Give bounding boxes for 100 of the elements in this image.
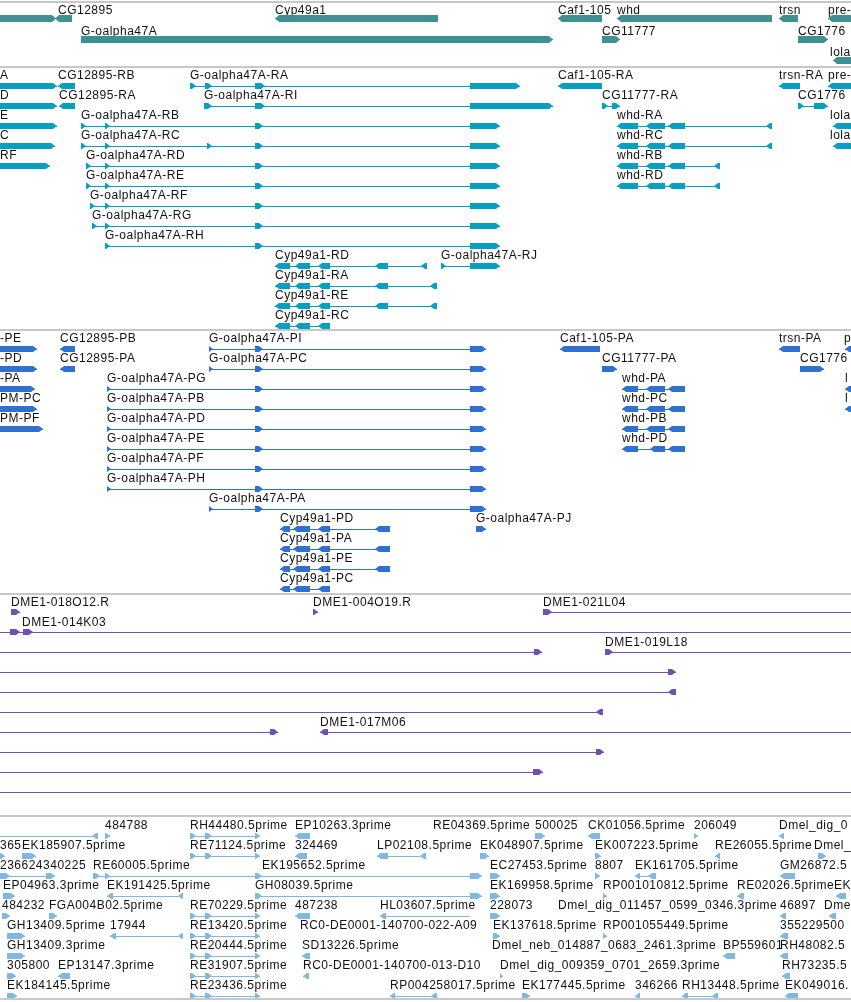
gene-label: G-oalpha47A <box>81 25 158 38</box>
transcript-label: whd-RB <box>617 149 663 162</box>
transcript-label: CG12895-RA <box>59 89 137 102</box>
transcript-label: C <box>0 129 10 142</box>
protein-label: l <box>845 372 849 385</box>
est-label: EC27453.5prime <box>490 859 588 872</box>
transcript-label: G-oalpha47A-RF <box>90 189 188 202</box>
protein-label: G-oalpha47A-PC <box>209 352 308 365</box>
protein-label: Cyp49a1-PD <box>280 512 354 525</box>
protein-label: G-oalpha47A-PE <box>107 432 205 445</box>
gene-label: Cyp49a1 <box>275 4 327 17</box>
est-label: GM26872.5 <box>780 859 848 872</box>
protein-label: -PE <box>0 332 22 345</box>
transcript-label: Caf1-105-RA <box>558 69 634 82</box>
gene-label: Caf1-105 <box>558 4 612 17</box>
transcript-label: G-oalpha47A-RD <box>86 149 186 162</box>
protein-label: CG12895-PA <box>60 352 136 365</box>
est-label: RC0-DE0001-140700-013-D10 <box>303 959 481 972</box>
transcript-label: whd-RD <box>617 169 664 182</box>
est-label: RH13448.5prime <box>682 979 780 992</box>
est-label: 305800 <box>7 959 51 972</box>
est-label: Dme <box>824 899 851 912</box>
est-label: RE60005.5prime <box>93 859 191 872</box>
transcript-label: G-oalpha47A-RG <box>92 209 192 222</box>
est-label: EK195652.5prime <box>262 859 366 872</box>
est-label: 228073 <box>490 899 534 912</box>
transcript-label: G-oalpha47A-RC <box>81 129 181 142</box>
est-label: CK01056.5prime <box>588 819 686 832</box>
est-label: Dmel_neb_014887_0683_2461.3prime <box>492 939 717 952</box>
est-label: EK191425.5prime <box>107 879 211 892</box>
est-label: EP10263.3prime <box>295 819 392 832</box>
est-label: LP02108.5prime <box>377 839 473 852</box>
est-label: GH13409.5prime <box>7 919 106 932</box>
transcript-label: whd-RC <box>617 129 664 142</box>
transcript-label: Cyp49a1-RA <box>275 269 349 282</box>
est-label: 487238 <box>295 899 339 912</box>
est-label: GH08039.5prime <box>255 879 354 892</box>
est-label: EK169958.5prime <box>490 879 594 892</box>
est-label: RP004258017.5prime <box>390 979 516 992</box>
protein-label: Cyp49a1-PE <box>280 552 354 565</box>
transcript-label: A <box>0 69 9 82</box>
transcript-label: Cyp49a1-RC <box>275 309 350 322</box>
protein-label: whd-PC <box>622 392 668 405</box>
clone-label: DME1-017M06 <box>320 716 407 729</box>
transcript-label: trsn-RA <box>779 69 824 82</box>
gene-label: whd <box>617 4 641 17</box>
transcript-label: G-oalpha47A-RH <box>105 229 205 242</box>
est-label: 365 <box>0 839 22 852</box>
gene-label: CG11777 <box>602 25 656 38</box>
est-label: RP001010812.5prime <box>603 879 729 892</box>
transcript-label: RF <box>0 149 17 162</box>
clone-label: DME1-021L04 <box>543 596 626 609</box>
protein-label: G-oalpha47A-PG <box>107 372 207 385</box>
est-label: EK177445.5prime <box>522 979 626 992</box>
est-label: GH13409.3prime <box>7 939 106 952</box>
est-label: EP13147.3prime <box>58 959 155 972</box>
transcript-label: CG11777-RA <box>602 89 679 102</box>
est-label: Dmel_ <box>814 839 851 852</box>
protein-label: PM-PC <box>0 392 42 405</box>
est-label: RH73235.5 <box>782 959 848 972</box>
protein-label: CG12895-PB <box>60 332 137 345</box>
est-label: 500025 <box>535 819 579 832</box>
protein-label: -PA <box>0 372 21 385</box>
protein-label: p <box>844 332 851 345</box>
est-label: EP04963.3prime <box>3 879 100 892</box>
transcript-label: lola <box>830 129 851 142</box>
est-label: Dmel_dig_0 <box>779 819 849 832</box>
transcript-label: G-oalpha47A-RI <box>204 89 298 102</box>
protein-label: Cyp49a1-PC <box>280 572 354 585</box>
protein-label: -PD <box>0 352 23 365</box>
transcript-label: pre- <box>828 69 851 82</box>
est-label: 17944 <box>110 919 146 932</box>
est-label: RE70229.5prime <box>190 899 288 912</box>
transcript-label: G-oalpha47A-RE <box>86 169 185 182</box>
est-label: HL03607.5prime <box>380 899 476 912</box>
est-label: 346266 <box>635 979 679 992</box>
est-label: RE31907.5prime <box>190 959 288 972</box>
protein-label: l <box>845 392 849 405</box>
est-label: Dmel_dig_009359_0701_2659.3prime <box>500 959 721 972</box>
est-label: EK185907.5prime <box>22 839 126 852</box>
est-label: 324469 <box>295 839 339 852</box>
est-label: EK048907.5prime <box>480 839 584 852</box>
protein-label: CG1776 <box>800 352 848 365</box>
est-label: 236624340225 <box>0 859 87 872</box>
est-label: RE04369.5prime <box>433 819 531 832</box>
gene-label: lola <box>830 46 851 59</box>
est-label: EK049016. <box>785 979 849 992</box>
protein-label: whd-PB <box>622 412 668 425</box>
transcript-label: G-oalpha47A-RB <box>81 109 180 122</box>
est-label: RE71124.5prime <box>190 839 287 852</box>
est-label: Dmel_dig_011457_0599_0346.3prime <box>558 899 778 912</box>
protein-label: G-oalpha47A-PD <box>107 412 206 425</box>
est-label: 484232 <box>2 899 46 912</box>
transcript-label: lola <box>830 109 851 122</box>
protein-label: PM-PF <box>0 412 40 425</box>
est-label: RC0-DE0001-140700-022-A09 <box>300 919 478 932</box>
est-label: EK137618.5prime <box>493 919 597 932</box>
est-label: 46897 <box>780 899 816 912</box>
clone-label: DME1-004O19.R <box>313 596 412 609</box>
protein-label: Caf1-105-PA <box>560 332 634 345</box>
